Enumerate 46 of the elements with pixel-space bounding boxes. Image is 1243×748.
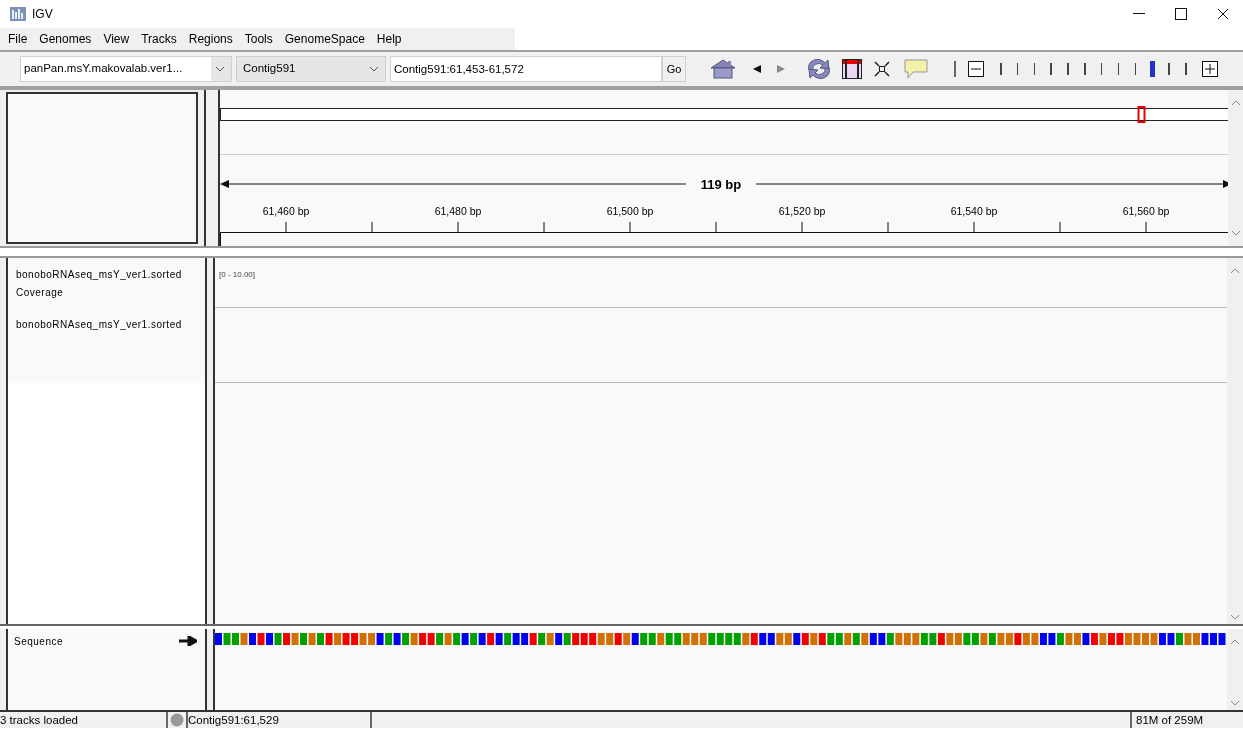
menu-item[interactable]: Regions [182, 30, 239, 48]
menu-item[interactable]: File [2, 30, 34, 48]
resize-icon[interactable] [874, 61, 890, 77]
menu-item[interactable]: Tools [238, 30, 279, 48]
tick-label: 61,500 bp [606, 205, 654, 217]
locus-field[interactable]: Contig591:61,453-61,572 [390, 56, 662, 82]
menu-item[interactable]: Genomes [33, 30, 98, 48]
zoom-slider[interactable] [998, 59, 1188, 79]
track-name: Sequence [14, 635, 64, 649]
caret-icon [369, 66, 379, 72]
splitter[interactable] [205, 258, 215, 624]
menu-item[interactable]: GenomeSpace [278, 30, 371, 48]
back-icon[interactable] [752, 64, 762, 74]
go-button[interactable]: Go [662, 56, 686, 82]
zoom-out-icon[interactable] [968, 61, 984, 77]
region-icon[interactable] [842, 59, 862, 79]
zoom-thumb[interactable] [1149, 61, 1155, 77]
memory-readout: 81M of 259M [1135, 713, 1204, 728]
window-title: IGV [32, 6, 53, 23]
maximize-icon[interactable] [1175, 8, 1187, 20]
caret-icon [215, 66, 225, 72]
tick-label: 61,540 bp [950, 205, 998, 217]
span-label: 119 bp [700, 177, 742, 192]
tick-label: 61,480 bp [434, 205, 482, 217]
genome-dropdown[interactable]: panPan.msY.makovalab.ver1... [20, 56, 232, 82]
arrow-icon[interactable] [179, 636, 197, 646]
tick-label: 61,520 bp [778, 205, 826, 217]
position-readout: Contig591:61,529 [188, 712, 372, 728]
status-indicator-icon [170, 713, 184, 727]
tick-label: 61,560 bp [1122, 205, 1170, 217]
menu-item[interactable]: View [97, 30, 136, 48]
menu-item[interactable]: Help [370, 30, 408, 48]
splitter[interactable] [204, 90, 221, 246]
app-icon [10, 7, 26, 21]
tick-label: 61,460 bp [262, 205, 310, 217]
status-message: 3 tracks loaded [0, 712, 168, 728]
chromosome-dropdown[interactable]: Contig591 [236, 56, 386, 82]
home-icon[interactable] [710, 59, 736, 79]
forward-icon[interactable] [776, 64, 786, 74]
menu-item[interactable]: Tracks [135, 30, 183, 48]
zoom-in-icon[interactable] [1202, 61, 1218, 77]
data-range-label: [0 - 10.00] [219, 270, 256, 279]
close-icon[interactable] [1217, 8, 1229, 20]
chromosome-ideogram[interactable] [220, 106, 1229, 123]
minimize-icon[interactable] [1133, 13, 1145, 15]
refresh-icon[interactable] [806, 58, 832, 80]
